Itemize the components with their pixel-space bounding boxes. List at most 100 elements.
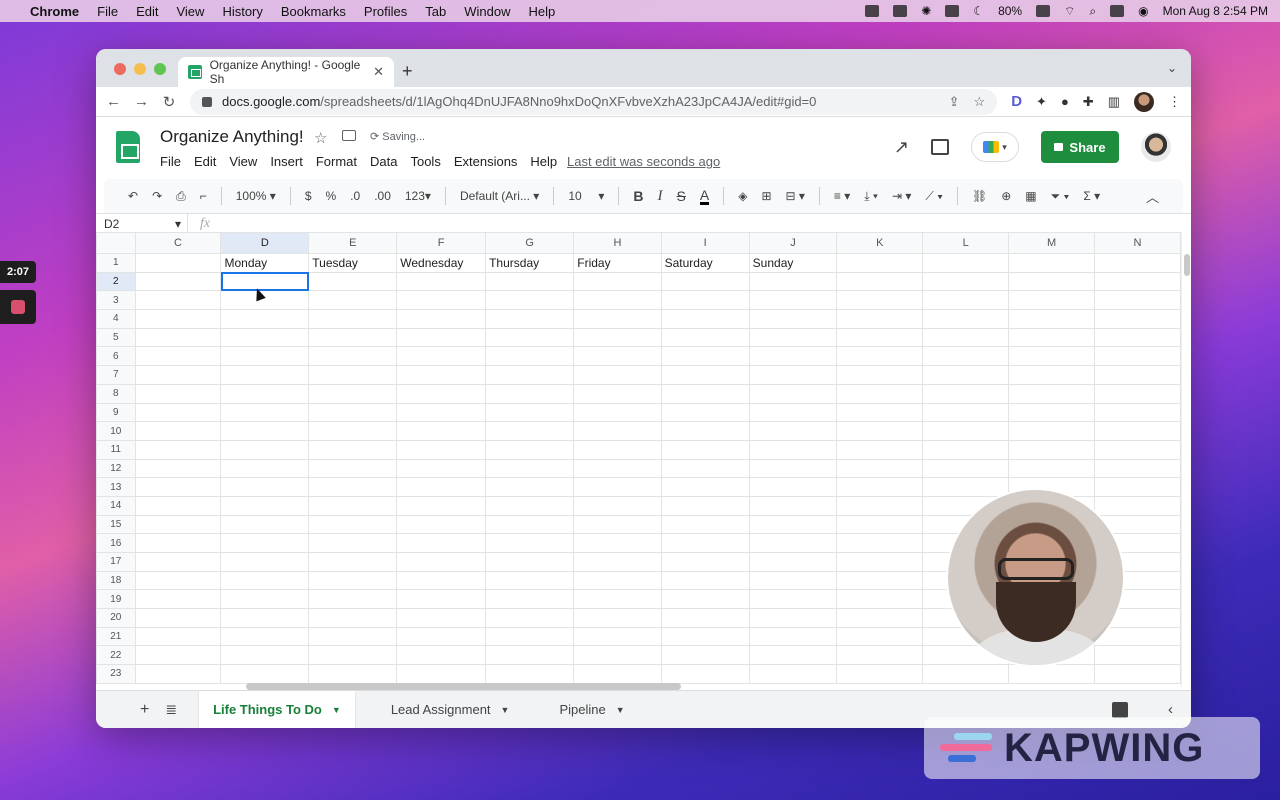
- cell-L4[interactable]: [922, 309, 1010, 329]
- cell-K1[interactable]: [836, 253, 924, 273]
- keyboard-icon[interactable]: [945, 5, 960, 17]
- column-header-selected[interactable]: D: [220, 232, 310, 254]
- column-header[interactable]: L: [922, 232, 1010, 254]
- cell-C12[interactable]: [134, 458, 222, 479]
- cell-G4[interactable]: [485, 309, 575, 329]
- cell-F16[interactable]: [396, 533, 487, 553]
- vertical-scrollbar[interactable]: [1181, 232, 1191, 687]
- cell-H2[interactable]: [573, 271, 662, 292]
- filter-icon[interactable]: ⏷ ▾: [1051, 189, 1070, 204]
- minimize-window-button[interactable]: [134, 63, 146, 75]
- cell-I2[interactable]: [660, 271, 750, 292]
- meet-button[interactable]: ▾: [971, 132, 1019, 162]
- cell-G8[interactable]: [485, 383, 575, 404]
- cell-F17[interactable]: [396, 552, 487, 572]
- cell-G17[interactable]: [485, 552, 575, 572]
- cell-J14[interactable]: [748, 495, 838, 516]
- cell-J4[interactable]: [748, 309, 838, 329]
- puzzle-extensions-icon[interactable]: ✚: [1083, 94, 1094, 110]
- cell-E22[interactable]: [308, 645, 398, 666]
- currency-format-button[interactable]: $: [305, 189, 312, 203]
- cell-M10[interactable]: [1008, 421, 1096, 441]
- cell-I15[interactable]: [660, 514, 750, 535]
- cell-C17[interactable]: [134, 552, 222, 572]
- cell-I19[interactable]: [660, 589, 750, 610]
- column-header[interactable]: H: [573, 232, 662, 254]
- cell-F10[interactable]: [396, 421, 487, 441]
- cell-E17[interactable]: [308, 552, 398, 572]
- cell-K8[interactable]: [836, 383, 924, 404]
- cell-J11[interactable]: [748, 439, 838, 460]
- cell-D21[interactable]: [220, 626, 310, 647]
- cell-J3[interactable]: [748, 290, 838, 311]
- cell-L1[interactable]: [922, 253, 1010, 273]
- cell-L13[interactable]: [922, 477, 1010, 497]
- name-box[interactable]: D2 ▾: [96, 214, 188, 234]
- cell-J2[interactable]: [748, 271, 838, 292]
- cell-K13[interactable]: [836, 477, 924, 497]
- insert-chart-icon[interactable]: ▦: [1025, 189, 1036, 203]
- insert-link-icon[interactable]: ⛓: [972, 189, 987, 203]
- share-button[interactable]: Share: [1041, 131, 1119, 163]
- column-header[interactable]: F: [396, 232, 487, 254]
- cell-J23[interactable]: [748, 664, 838, 684]
- row-header[interactable]: 1: [96, 253, 136, 273]
- cell-H22[interactable]: [573, 645, 662, 666]
- cell-C5[interactable]: [134, 327, 222, 348]
- cell-L3[interactable]: [922, 290, 1010, 311]
- cell-D16[interactable]: [220, 533, 310, 553]
- docs-menu-format[interactable]: Format: [316, 154, 357, 169]
- cell-M7[interactable]: [1008, 365, 1096, 385]
- document-title[interactable]: Organize Anything!: [160, 127, 304, 147]
- menu-edit[interactable]: Edit: [136, 4, 158, 19]
- cell-M2[interactable]: [1008, 271, 1096, 292]
- cell-D14[interactable]: [220, 495, 310, 516]
- cell-F19[interactable]: [396, 589, 487, 610]
- control-center-icon[interactable]: [1110, 5, 1125, 17]
- cell-K20[interactable]: [836, 608, 924, 628]
- row-header[interactable]: 17: [96, 552, 136, 572]
- cell-M23[interactable]: [1008, 664, 1096, 684]
- row-header[interactable]: 12: [96, 458, 136, 479]
- cell-D5[interactable]: [220, 327, 310, 348]
- cell-F15[interactable]: [396, 514, 487, 535]
- cell-F21[interactable]: [396, 626, 487, 647]
- cell-J18[interactable]: [748, 570, 838, 591]
- cell-F3[interactable]: [396, 290, 487, 311]
- cell-E11[interactable]: [308, 439, 398, 460]
- docs-menu-extensions[interactable]: Extensions: [454, 154, 518, 169]
- redo-icon[interactable]: ↷: [152, 189, 162, 203]
- cell-G13[interactable]: [485, 477, 575, 497]
- cell-K17[interactable]: [836, 552, 924, 572]
- borders-icon[interactable]: ⊞: [761, 189, 771, 203]
- cell-G6[interactable]: [485, 346, 575, 367]
- cell-H20[interactable]: [573, 608, 662, 628]
- cell-N8[interactable]: [1094, 383, 1181, 404]
- select-all-corner[interactable]: [96, 232, 136, 254]
- cell-F18[interactable]: [396, 570, 487, 591]
- docs-menu-edit[interactable]: Edit: [194, 154, 216, 169]
- cell-G2[interactable]: [485, 271, 575, 292]
- row-header[interactable]: 7: [96, 365, 136, 385]
- cell-H6[interactable]: [573, 346, 662, 367]
- row-header[interactable]: 20: [96, 608, 136, 628]
- cell-K14[interactable]: [836, 495, 924, 516]
- chevron-down-icon[interactable]: ▼: [616, 705, 625, 715]
- cell-E10[interactable]: [308, 421, 398, 441]
- cell-E14[interactable]: [308, 495, 398, 516]
- cell-N13[interactable]: [1094, 477, 1181, 497]
- cell-C16[interactable]: [134, 533, 222, 553]
- cell-I16[interactable]: [660, 533, 750, 553]
- cell-E5[interactable]: [308, 327, 398, 348]
- cell-D4[interactable]: [220, 309, 310, 329]
- cell-I18[interactable]: [660, 570, 750, 591]
- cell-L8[interactable]: [922, 383, 1010, 404]
- cell-I12[interactable]: [660, 458, 750, 479]
- text-wrapping-icon[interactable]: ⇥ ▾: [892, 189, 911, 203]
- fill-color-icon[interactable]: ◈: [738, 189, 747, 203]
- cell-J20[interactable]: [748, 608, 838, 628]
- cell-C7[interactable]: [134, 365, 222, 385]
- cell-C8[interactable]: [134, 383, 222, 404]
- row-header[interactable]: 18: [96, 570, 136, 591]
- cell-D7[interactable]: [220, 365, 310, 385]
